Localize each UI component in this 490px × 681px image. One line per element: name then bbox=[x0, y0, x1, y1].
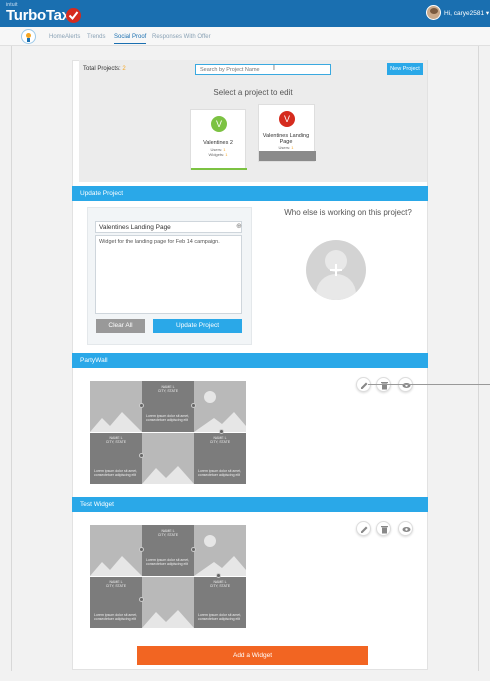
project-initial: V bbox=[279, 111, 295, 127]
tile-city: CITY, STATE bbox=[157, 389, 179, 393]
tile-text: Lorem ipsum dolor sit amet, consectetuer… bbox=[198, 613, 242, 621]
clear-all-button[interactable]: Clear All bbox=[96, 319, 145, 333]
projects-area bbox=[79, 60, 427, 182]
text-tile: NAME L CITY, STATE Lorem ipsum dolor sit… bbox=[142, 381, 194, 432]
brand-logo[interactable]: TurboTax bbox=[6, 7, 70, 24]
image-tile bbox=[194, 381, 246, 432]
tile-text: Lorem ipsum dolor sit amet, consectetuer… bbox=[94, 469, 138, 477]
connector-line bbox=[368, 384, 490, 385]
image-tile bbox=[90, 381, 142, 432]
tile-city: CITY, STATE bbox=[105, 584, 127, 588]
edit-widget-button[interactable] bbox=[356, 521, 371, 536]
avatar[interactable] bbox=[426, 5, 441, 20]
tile-handle[interactable] bbox=[191, 403, 196, 408]
text-cursor-icon: I bbox=[273, 65, 275, 72]
tile-handle[interactable] bbox=[191, 547, 196, 552]
add-collaborator-avatar[interactable] bbox=[306, 240, 366, 300]
project-name-field[interactable]: Valentines Landing Page bbox=[95, 221, 242, 233]
tile-handle[interactable] bbox=[139, 453, 144, 458]
tile-text: Lorem ipsum dolor sit amet, consectetuer… bbox=[94, 613, 138, 621]
partywall-preview[interactable]: NAME L CITY, STATE Lorem ipsum dolor sit… bbox=[90, 381, 246, 484]
card-overlay bbox=[259, 151, 316, 161]
widget-header-partywall: PartyWall bbox=[72, 353, 428, 368]
nav-trends[interactable]: Trends bbox=[87, 34, 105, 40]
select-project-title: Select a project to edit bbox=[213, 88, 293, 97]
image-tile bbox=[142, 433, 194, 484]
widget-header-test-widget: Test Widget bbox=[72, 497, 428, 512]
text-tile: NAME L CITY, STATE Lorem ipsum dolor sit… bbox=[90, 433, 142, 484]
tile-text: Lorem ipsum dolor sit amet, consectetuer… bbox=[146, 414, 190, 422]
project-card-valentines-landing-page[interactable]: V Valentines Landing Page Users: 1 Widge… bbox=[258, 104, 316, 162]
tile-city: CITY, STATE bbox=[209, 584, 231, 588]
user-menu[interactable]: Hi, carye2581 ▾ bbox=[444, 9, 489, 17]
collaborators-title: Who else is working on this project? bbox=[284, 208, 412, 217]
image-tile bbox=[194, 525, 246, 576]
checkmark-icon bbox=[66, 8, 81, 23]
update-project-header: Update Project bbox=[72, 186, 428, 201]
nav-social-proof[interactable]: Social Proof bbox=[114, 34, 147, 44]
nav-home[interactable]: Home bbox=[49, 34, 65, 40]
image-tile bbox=[142, 577, 194, 628]
project-widgets: Widgets: 1 bbox=[208, 152, 228, 157]
tile-city: CITY, STATE bbox=[157, 533, 179, 537]
description-field[interactable]: Widget for the landing page for Feb 14 c… bbox=[95, 235, 242, 314]
text-tile: NAME L CITY, STATE Lorem ipsum dolor sit… bbox=[194, 433, 246, 484]
page-divider-left bbox=[11, 46, 12, 671]
text-tile: NAME L CITY, STATE Lorem ipsum dolor sit… bbox=[142, 525, 194, 576]
new-project-button[interactable]: New Project bbox=[387, 63, 423, 75]
tile-handle[interactable] bbox=[139, 597, 144, 602]
tile-city: CITY, STATE bbox=[209, 440, 231, 444]
page-divider-right bbox=[478, 46, 479, 671]
nav-alerts[interactable]: Alerts bbox=[65, 34, 80, 40]
tile-text: Lorem ipsum dolor sit amet, consectetuer… bbox=[198, 469, 242, 477]
text-tile: NAME L CITY, STATE Lorem ipsum dolor sit… bbox=[194, 577, 246, 628]
project-title: Valentines 2 bbox=[203, 140, 233, 146]
total-projects-count: 2 bbox=[122, 66, 126, 72]
delete-widget-button[interactable] bbox=[376, 521, 391, 536]
lightbulb-icon[interactable] bbox=[21, 29, 36, 44]
tile-handle[interactable] bbox=[139, 403, 144, 408]
tile-handle[interactable] bbox=[139, 547, 144, 552]
update-project-button[interactable]: Update Project bbox=[153, 319, 242, 333]
add-icon[interactable]: ⊕ bbox=[236, 222, 242, 230]
tile-city: CITY, STATE bbox=[105, 440, 127, 444]
nav-responses-with-offer[interactable]: Responses With Offer bbox=[152, 34, 211, 40]
project-card-valentines-2[interactable]: V Valentines 2 Users: 1 Widgets: 1 bbox=[190, 109, 247, 170]
project-initial: V bbox=[211, 116, 227, 132]
preview-widget-button[interactable] bbox=[398, 521, 413, 536]
tile-text: Lorem ipsum dolor sit amet, consectetuer… bbox=[146, 558, 190, 566]
total-projects-label: Total Projects: bbox=[83, 66, 121, 72]
selected-indicator bbox=[191, 168, 247, 170]
project-title: Valentines Landing Page bbox=[262, 133, 310, 145]
image-tile bbox=[90, 525, 142, 576]
test-widget-preview[interactable]: NAME L CITY, STATE Lorem ipsum dolor sit… bbox=[90, 525, 246, 628]
tile-handle[interactable] bbox=[219, 429, 224, 434]
total-projects: Total Projects: 2 bbox=[83, 66, 126, 72]
tile-handle[interactable] bbox=[216, 573, 221, 578]
search-input[interactable] bbox=[195, 64, 331, 75]
add-widget-button[interactable]: Add a Widget bbox=[137, 646, 368, 665]
text-tile: NAME L CITY, STATE Lorem ipsum dolor sit… bbox=[90, 577, 142, 628]
